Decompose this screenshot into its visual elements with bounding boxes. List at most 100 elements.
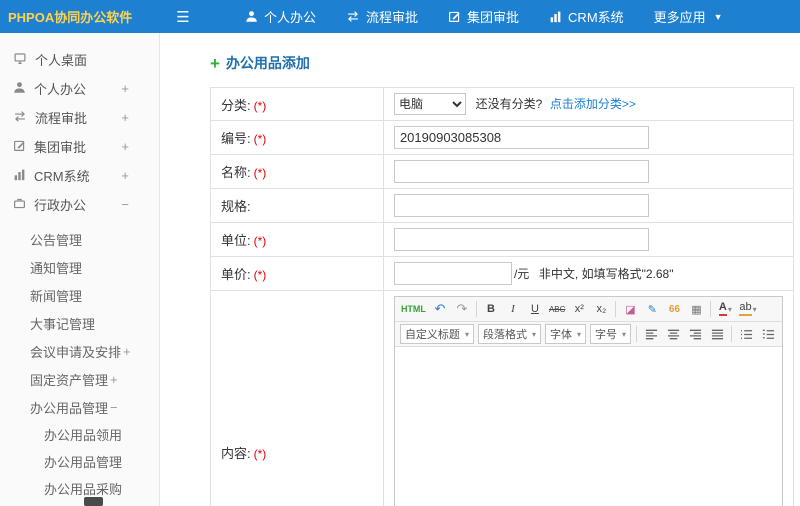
required-mark: (*) (253, 268, 267, 282)
content-label-cell: 内容: (*) (210, 290, 384, 506)
nav-label: 个人办公 (264, 10, 317, 25)
edit-square-icon (448, 10, 461, 23)
editor-content-area[interactable] (394, 347, 782, 506)
chevron-down-icon: ▾ (576, 329, 581, 339)
font-family-select[interactable]: 字体 ▾ (544, 324, 586, 344)
spec-input[interactable] (393, 194, 649, 217)
expand-toggle[interactable]: + (121, 110, 129, 125)
nav-more-apps[interactable]: 更多应用 ▼ (639, 0, 738, 33)
format-brush-button[interactable]: ✎ (641, 299, 663, 319)
bar-chart-icon (13, 168, 26, 184)
top-navigation: 个人办公 流程审批 集团审批 CRM系统 更多应用 ▼ (230, 0, 738, 33)
editor-toolbar-row2: 自定义标题 ▾ 段落格式 ▾ 字体 ▾ 字号 ▾ (394, 322, 782, 347)
paragraph-format-select[interactable]: 段落格式 ▾ (477, 324, 541, 344)
expand-toggle[interactable]: + (110, 372, 118, 387)
collapse-toggle[interactable]: − (121, 197, 129, 212)
sidebar-subitem-meeting-request[interactable]: 会议申请及安排 + (0, 337, 159, 365)
expand-toggle[interactable]: + (121, 139, 129, 154)
align-right-button[interactable] (684, 324, 706, 344)
align-right-icon (689, 328, 702, 341)
sidebar-subsubitem-supplies-requisition[interactable]: 办公用品领用 (0, 421, 159, 448)
sidebar-item-label: 集团审批 (34, 140, 87, 155)
sidebar-subsubitem-supplies-purchase[interactable]: 办公用品采购 (0, 475, 159, 502)
nav-workflow-approval[interactable]: 流程审批 (331, 0, 433, 33)
unordered-list-icon (740, 328, 753, 341)
align-left-button[interactable] (640, 324, 662, 344)
category-select[interactable]: 电脑 (393, 93, 466, 115)
chevron-down-icon: ▾ (752, 304, 757, 314)
user-icon (13, 81, 26, 97)
italic-button[interactable]: I (502, 299, 524, 319)
collapse-toggle[interactable]: − (110, 400, 118, 415)
flow-arrows-icon (13, 110, 27, 126)
toolbar-separator (475, 301, 477, 317)
align-center-button[interactable] (662, 324, 684, 344)
nav-label: CRM系统 (568, 10, 624, 25)
sidebar-item-crm-system[interactable]: CRM系统 + (0, 161, 159, 190)
add-category-link[interactable]: 点击添加分类>> (550, 97, 636, 111)
unordered-list-button[interactable] (735, 324, 757, 344)
name-label-cell: 名称: (*) (210, 154, 384, 189)
subscript-button[interactable]: x₂ (590, 299, 612, 319)
app-logo: PHPOA协同办公软件 (8, 10, 133, 25)
remove-format-button[interactable]: ◪ (619, 299, 641, 319)
sidebar-subitem-fixed-assets-mgmt[interactable]: 固定资产管理 + (0, 365, 159, 393)
sidebar-subitem-notice-mgmt[interactable]: 通知管理 (0, 253, 159, 281)
sidebar-item-label: 个人办公 (34, 82, 87, 97)
bar-chart-icon (549, 10, 562, 23)
expand-toggle[interactable]: + (123, 344, 131, 359)
sidebar-subitem-announcement-mgmt[interactable]: 公告管理 (0, 225, 159, 253)
align-justify-button[interactable] (706, 324, 728, 344)
html-source-button[interactable]: HTML (398, 299, 429, 319)
nav-crm-system[interactable]: CRM系统 (534, 0, 639, 33)
admin-office-submenu: 公告管理 通知管理 新闻管理 大事记管理 会议申请及安排 + 固定资产管理 + … (0, 225, 159, 502)
form-row-name: 名称: (*) (210, 154, 795, 189)
ordered-list-button[interactable] (757, 324, 779, 344)
nav-group-approval[interactable]: 集团审批 (433, 0, 534, 33)
strikethrough-button[interactable]: ABC (546, 299, 568, 319)
custom-heading-select[interactable]: 自定义标题 ▾ (399, 324, 474, 344)
underline-button[interactable]: U (524, 299, 546, 319)
nav-personal-office[interactable]: 个人办公 (230, 0, 331, 33)
font-size-select[interactable]: 字号 ▾ (589, 324, 631, 344)
sidebar-item-personal-desktop[interactable]: 个人桌面 (0, 45, 159, 74)
sidebar-item-group-approval[interactable]: 集团审批 + (0, 132, 159, 161)
user-icon (245, 10, 258, 23)
bold-button[interactable]: B (480, 299, 502, 319)
code-label-cell: 编号: (*) (210, 120, 384, 155)
unit-input[interactable] (393, 228, 649, 251)
code-input[interactable] (393, 126, 649, 149)
superscript-button[interactable]: x² (568, 299, 590, 319)
sidebar-item-workflow-approval[interactable]: 流程审批 + (0, 103, 159, 132)
sidebar-item-administrative-office[interactable]: 行政办公 − (0, 190, 159, 219)
required-mark: (*) (253, 234, 267, 248)
desktop-icon (13, 52, 27, 68)
chevron-down-icon: ▾ (621, 329, 626, 339)
sidebar-subitem-office-supplies-mgmt[interactable]: 办公用品管理 − (0, 393, 159, 421)
sidebar-item-label: 流程审批 (35, 111, 88, 126)
hamburger-icon[interactable]: ☰ (170, 8, 196, 26)
font-color-button[interactable]: A ▾ (714, 299, 736, 319)
price-unit-suffix: /元 (513, 267, 530, 281)
edit-square-icon (13, 139, 26, 155)
spec-label-cell: 规格: (210, 188, 384, 223)
name-input[interactable] (393, 160, 649, 183)
redo-button[interactable]: ↷ (451, 299, 473, 319)
sidebar-item-personal-office[interactable]: 个人办公 + (0, 74, 159, 103)
undo-button[interactable]: ↶ (429, 299, 451, 319)
expand-toggle[interactable]: + (121, 81, 129, 96)
sidebar-subitem-events-mgmt[interactable]: 大事记管理 (0, 309, 159, 337)
page-title: + 办公用品添加 (210, 53, 310, 73)
category-label-cell: 分类: (*) (210, 87, 384, 121)
sidebar-scrollbar-thumb[interactable] (84, 497, 103, 506)
expand-toggle[interactable]: + (121, 168, 129, 183)
price-label-cell: 单价: (*) (210, 256, 384, 291)
table-button[interactable]: ▦ (685, 299, 707, 319)
sidebar-subitem-news-mgmt[interactable]: 新闻管理 (0, 281, 159, 309)
chevron-down-icon: ▾ (727, 304, 732, 314)
required-mark: (*) (253, 98, 267, 113)
background-color-button[interactable]: ab ▾ (736, 299, 759, 319)
sidebar-subsubitem-supplies-management[interactable]: 办公用品管理 (0, 448, 159, 475)
blockquote-button[interactable]: 66 (663, 299, 685, 319)
price-input[interactable] (393, 262, 512, 285)
